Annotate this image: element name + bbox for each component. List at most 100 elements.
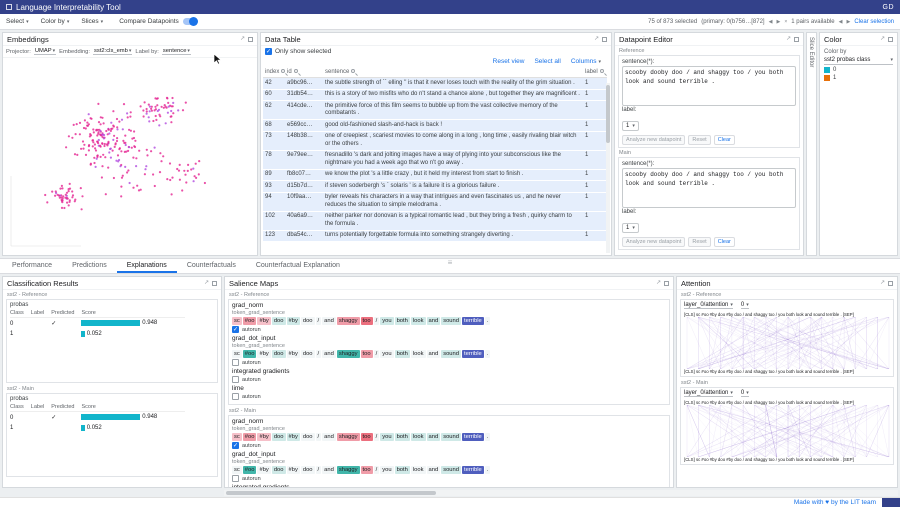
embedding-point[interactable] bbox=[114, 143, 116, 145]
embedding-point[interactable] bbox=[100, 123, 102, 125]
embedding-point[interactable] bbox=[159, 152, 161, 154]
embedding-point[interactable] bbox=[110, 128, 112, 130]
embedding-point[interactable] bbox=[103, 145, 105, 147]
embedding-point[interactable] bbox=[120, 150, 122, 152]
embedding-point[interactable] bbox=[179, 179, 181, 181]
embedding-point[interactable] bbox=[122, 175, 124, 177]
menu-select[interactable]: Select▾ bbox=[6, 18, 29, 25]
embedding-point[interactable] bbox=[146, 108, 148, 110]
maximize-icon[interactable] bbox=[248, 37, 253, 42]
embedding-point[interactable] bbox=[136, 185, 138, 187]
embedding-point[interactable] bbox=[96, 158, 98, 160]
embedding-point[interactable] bbox=[105, 130, 107, 132]
embedding-point[interactable] bbox=[126, 171, 128, 173]
embedding-point[interactable] bbox=[120, 195, 122, 197]
embedding-point[interactable] bbox=[99, 145, 101, 147]
embedding-point[interactable] bbox=[82, 140, 84, 142]
embedding-point[interactable] bbox=[171, 193, 173, 195]
label-select[interactable]: 1▾ bbox=[622, 121, 639, 131]
embedding-point[interactable] bbox=[101, 143, 103, 145]
embedding-point[interactable] bbox=[81, 195, 83, 197]
embedding-point[interactable] bbox=[128, 146, 130, 148]
maximize-icon[interactable] bbox=[212, 281, 217, 286]
embedding-point[interactable] bbox=[102, 154, 104, 156]
embedding-point[interactable] bbox=[69, 188, 71, 190]
embedding-point[interactable] bbox=[61, 207, 63, 209]
embedding-point[interactable] bbox=[144, 101, 146, 103]
embedding-point[interactable] bbox=[185, 102, 187, 104]
embedding-point[interactable] bbox=[193, 180, 195, 182]
embedding-point[interactable] bbox=[179, 164, 181, 166]
embedding-point[interactable] bbox=[88, 145, 90, 147]
embedding-point[interactable] bbox=[108, 129, 110, 131]
embedding-point[interactable] bbox=[68, 135, 70, 137]
menu-color-by[interactable]: Color by▾ bbox=[41, 18, 70, 25]
embedding-point[interactable] bbox=[132, 157, 134, 159]
embedding-point[interactable] bbox=[80, 148, 82, 150]
embedding-point[interactable] bbox=[172, 105, 174, 107]
embedding-point[interactable] bbox=[94, 143, 96, 145]
embedding-point[interactable] bbox=[171, 177, 173, 179]
embedding-point[interactable] bbox=[162, 155, 164, 157]
horizontal-scrollbar[interactable] bbox=[224, 490, 898, 496]
embedding-point[interactable] bbox=[69, 201, 71, 203]
embedding-point[interactable] bbox=[154, 109, 156, 111]
reset-button[interactable]: Reset bbox=[688, 237, 710, 247]
embedding-point[interactable] bbox=[112, 110, 114, 112]
attention-head-select[interactable]: 0▾ bbox=[741, 390, 749, 397]
autorun-checkbox[interactable] bbox=[232, 475, 239, 482]
embedding-point[interactable] bbox=[107, 167, 109, 169]
embedding-point[interactable] bbox=[44, 194, 46, 196]
embedding-point[interactable] bbox=[123, 103, 125, 105]
embedding-point[interactable] bbox=[71, 190, 73, 192]
embedding-point[interactable] bbox=[169, 162, 171, 164]
embedding-point[interactable] bbox=[161, 106, 163, 108]
embedding-point[interactable] bbox=[76, 123, 78, 125]
embedding-point[interactable] bbox=[91, 139, 93, 141]
labelby-select[interactable]: sentence▾ bbox=[162, 48, 191, 55]
table-row[interactable]: 10240a6a9…neither parker nor donovan is … bbox=[263, 211, 607, 230]
maximize-icon[interactable] bbox=[664, 281, 669, 286]
table-scrollbar[interactable] bbox=[606, 83, 610, 253]
embedding-point[interactable] bbox=[93, 162, 95, 164]
embedding-point[interactable] bbox=[101, 165, 103, 167]
table-button-columns[interactable]: Columns▾ bbox=[571, 58, 601, 65]
table-row[interactable]: 42a9bc96…the subtle strength of `` ellin… bbox=[263, 78, 607, 90]
embedding-point[interactable] bbox=[102, 136, 104, 138]
embedding-point[interactable] bbox=[92, 145, 94, 147]
embedding-point[interactable] bbox=[89, 135, 91, 137]
embedding-point[interactable] bbox=[154, 106, 156, 108]
menu-slices[interactable]: Slices▾ bbox=[81, 18, 103, 25]
embedding-point[interactable] bbox=[84, 119, 86, 121]
clear-selection-button[interactable]: Clear selection bbox=[854, 19, 894, 25]
analyze-new-datapoint-button[interactable]: Analyze new datapoint bbox=[622, 237, 685, 247]
embedding-point[interactable] bbox=[138, 150, 140, 152]
embedding-point[interactable] bbox=[170, 121, 172, 123]
embedding-point[interactable] bbox=[110, 148, 112, 150]
embedding-point[interactable] bbox=[118, 121, 120, 123]
embedding-point[interactable] bbox=[129, 182, 131, 184]
embedding-point[interactable] bbox=[104, 156, 106, 158]
embedding-point[interactable] bbox=[110, 122, 112, 124]
embedding-point[interactable] bbox=[59, 188, 61, 190]
popout-icon[interactable]: ↗ bbox=[240, 36, 245, 42]
embedding-point[interactable] bbox=[154, 185, 156, 187]
embedding-point[interactable] bbox=[68, 190, 70, 192]
embedding-point[interactable] bbox=[116, 137, 118, 139]
embedding-point[interactable] bbox=[93, 131, 95, 133]
autorun-checkbox[interactable] bbox=[232, 393, 239, 400]
embedding-point[interactable] bbox=[132, 187, 134, 189]
autorun-checkbox[interactable]: ✓ bbox=[232, 442, 239, 449]
embedding-point[interactable] bbox=[131, 147, 133, 149]
popout-icon[interactable]: ↗ bbox=[656, 280, 661, 286]
embedding-point[interactable] bbox=[166, 178, 168, 180]
embedding-point[interactable] bbox=[119, 147, 121, 149]
sentence-textarea[interactable]: scooby dooby doo / and shaggy too / you … bbox=[622, 168, 796, 208]
embedding-point[interactable] bbox=[126, 112, 128, 114]
embedding-point[interactable] bbox=[158, 124, 160, 126]
label-select[interactable]: 1▾ bbox=[622, 223, 639, 233]
embedding-point[interactable] bbox=[135, 165, 137, 167]
embedding-point[interactable] bbox=[122, 140, 124, 142]
embedding-point[interactable] bbox=[97, 133, 99, 135]
embedding-point[interactable] bbox=[155, 119, 157, 121]
